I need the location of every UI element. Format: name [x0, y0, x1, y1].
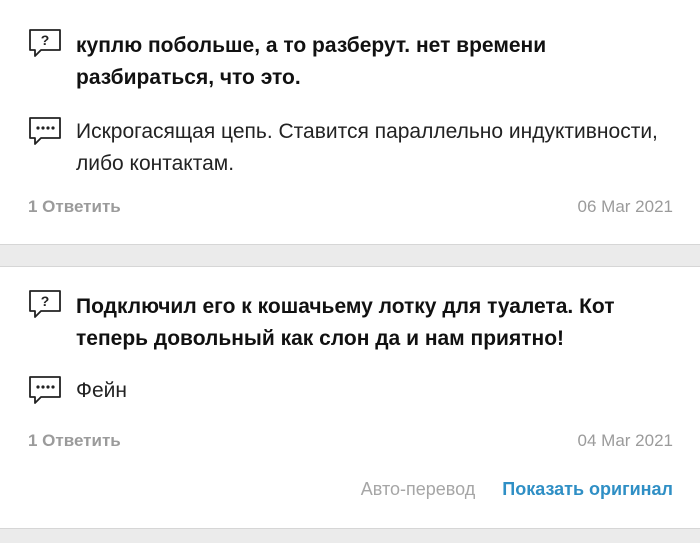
- question-text: Подключил его к кошачьему лотку для туал…: [76, 295, 615, 350]
- answer-row: Фейн: [28, 375, 688, 411]
- speech-bubble-dots-icon: [29, 117, 61, 145]
- comment-meta: 1 Ответить 06 Mar 2021: [28, 197, 673, 221]
- question-text: куплю побольше, а то разберут. нет време…: [76, 34, 547, 89]
- answer-text: Искрогасящая цепь. Ставится параллельно …: [76, 120, 658, 175]
- question-row: ? куплю побольше, а то разберут. нет вре…: [28, 28, 688, 98]
- svg-text:?: ?: [41, 32, 50, 48]
- question-row: ? Подключил его к кошачьему лотку для ту…: [28, 289, 688, 359]
- question-bubble-icon: ?: [29, 29, 61, 57]
- reply-button[interactable]: 1 Ответить: [28, 197, 121, 217]
- answer-row: Искрогасящая цепь. Ставится параллельно …: [28, 116, 688, 186]
- translation-controls: Авто-перевод Показать оригинал: [361, 479, 673, 500]
- qa-card: ? Подключил его к кошачьему лотку для ту…: [0, 266, 700, 529]
- auto-translate-label: Авто-перевод: [360, 479, 476, 499]
- comment-date: 04 Mar 2021: [577, 431, 673, 450]
- comment-date: 06 Mar 2021: [577, 197, 673, 216]
- show-original-link[interactable]: Показать оригинал: [502, 479, 673, 499]
- speech-bubble-dots-icon: [29, 376, 61, 404]
- qa-card: ? куплю побольше, а то разберут. нет вре…: [0, 0, 700, 245]
- reply-button[interactable]: 1 Ответить: [28, 431, 121, 451]
- answer-text: Фейн: [76, 379, 127, 402]
- comment-meta: 1 Ответить 04 Mar 2021: [28, 431, 673, 455]
- svg-text:?: ?: [41, 293, 50, 309]
- question-bubble-icon: ?: [29, 290, 61, 318]
